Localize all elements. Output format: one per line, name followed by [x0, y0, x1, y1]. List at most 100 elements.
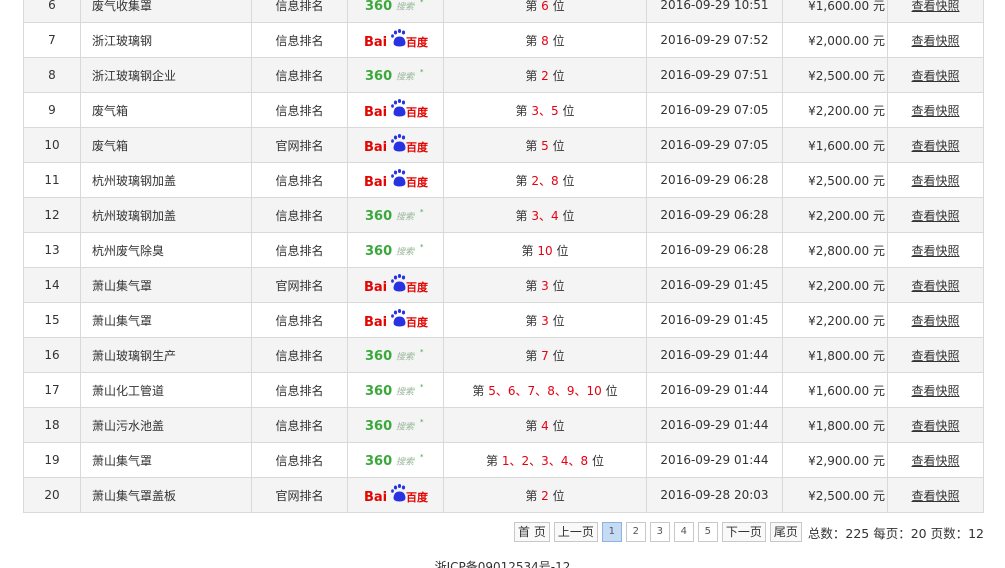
table-row: 16 萧山玻璃钢生产 信息排名 360 搜索 * 第 7 位 2016-09-29 01:44…	[23, 337, 984, 373]
rank-position-cell: 第 6 位	[443, 0, 647, 23]
view-snapshot-link[interactable]: 查看快照	[911, 69, 959, 83]
svg-text:搜索: 搜索	[396, 352, 416, 363]
rank-text: 第	[472, 383, 489, 398]
svg-text:*: *	[420, 348, 424, 356]
snapshot-cell: 查看快照	[887, 162, 984, 198]
table-row: 11 杭州玻璃钢加盖 信息排名 Bai 百度第 2、8 位 2016-09-29 06:2…	[23, 162, 984, 198]
snapshot-cell: 查看快照	[887, 477, 984, 513]
snapshot-cell: 查看快照	[887, 197, 984, 233]
baidu-logo-icon: Bai 百度	[364, 133, 428, 155]
view-snapshot-link[interactable]: 查看快照	[911, 419, 959, 433]
360-search-logo-icon: 360 搜索 *	[365, 243, 424, 258]
page-number-button[interactable]: 2	[625, 522, 646, 542]
svg-text:百度: 百度	[406, 105, 428, 119]
svg-text:360: 360	[365, 384, 392, 398]
view-snapshot-link[interactable]: 查看快照	[911, 244, 959, 258]
view-snapshot-link[interactable]: 查看快照	[911, 0, 959, 13]
rank-type-cell: 信息排名	[251, 57, 348, 93]
view-snapshot-link[interactable]: 查看快照	[911, 139, 959, 153]
last-page-button[interactable]: 尾页	[769, 522, 802, 542]
price-cell: ¥2,200.00 元	[782, 92, 888, 128]
price-cell: ¥2,500.00 元	[782, 477, 888, 513]
keyword-cell: 废气箱	[80, 92, 252, 128]
rank-number: 、	[509, 453, 522, 468]
rank-number: 、	[535, 383, 548, 398]
view-snapshot-link[interactable]: 查看快照	[911, 174, 959, 188]
page-number-button[interactable]: 5	[697, 522, 718, 542]
rank-position-cell: 第 2 位	[443, 57, 647, 93]
view-snapshot-link[interactable]: 查看快照	[911, 209, 959, 223]
ranking-table-wrap: 6 废气收集罩 信息排名 360 搜索 * 第 6 位 2016-09-29 10:51 ¥1,…	[23, 0, 984, 513]
rank-number: 10	[537, 243, 553, 258]
date-cell: 2016-09-28 20:03	[646, 477, 783, 513]
prev-page-button[interactable]: 上一页	[553, 522, 598, 542]
rank-type-cell: 官网排名	[251, 267, 348, 303]
svg-text:Bai: Bai	[364, 175, 387, 190]
rank-number: 1	[501, 453, 510, 468]
rank-type-cell: 信息排名	[251, 337, 348, 373]
first-page-button[interactable]: 首 页	[514, 522, 550, 542]
keyword-cell: 杭州废气除臭	[80, 232, 252, 268]
rank-text: 位	[558, 173, 575, 188]
view-snapshot-link[interactable]: 查看快照	[911, 349, 959, 363]
rank-text: 位	[548, 418, 565, 433]
rank-text: 位	[558, 103, 575, 118]
search-engine-cell: 360 搜索 *	[347, 372, 444, 408]
360-search-logo-icon: 360 搜索 *	[365, 208, 424, 223]
price-cell: ¥2,200.00 元	[782, 302, 888, 338]
svg-text:*: *	[420, 243, 424, 251]
pagination-info: 总数：225 每页：20 页数：12	[807, 525, 984, 541]
view-snapshot-link[interactable]: 查看快照	[911, 454, 959, 468]
page-number-button[interactable]: 4	[673, 522, 694, 542]
search-engine-cell: Bai 百度	[347, 162, 444, 198]
rank-number: 、	[568, 453, 581, 468]
view-snapshot-link[interactable]: 查看快照	[911, 104, 959, 118]
page-number-button[interactable]: 1	[601, 522, 622, 542]
svg-text:搜索: 搜索	[396, 2, 416, 13]
rank-type-cell: 信息排名	[251, 302, 348, 338]
view-snapshot-link[interactable]: 查看快照	[911, 279, 959, 293]
svg-text:360: 360	[365, 209, 392, 223]
rank-number: 8	[551, 173, 559, 188]
search-engine-cell: Bai 百度	[347, 302, 444, 338]
svg-text:360: 360	[365, 69, 392, 83]
rank-type-cell: 官网排名	[251, 477, 348, 513]
rank-type-cell: 信息排名	[251, 22, 348, 58]
page-number-button[interactable]: 3	[649, 522, 670, 542]
keyword-cell: 杭州玻璃钢加盖	[80, 197, 252, 233]
date-cell: 2016-09-29 06:28	[646, 232, 783, 268]
view-snapshot-link[interactable]: 查看快照	[911, 384, 959, 398]
search-engine-cell: Bai 百度	[347, 477, 444, 513]
rank-position-cell: 第 7 位	[443, 337, 647, 373]
rank-number: 8	[580, 453, 589, 468]
row-number: 16	[23, 337, 81, 373]
search-engine-cell: Bai 百度	[347, 267, 444, 303]
view-snapshot-link[interactable]: 查看快照	[911, 314, 959, 328]
rank-number: 5	[551, 103, 559, 118]
keyword-cell: 萧山玻璃钢生产	[80, 337, 252, 373]
rank-text: 第	[515, 103, 532, 118]
rank-position-cell: 第 5 位	[443, 127, 647, 163]
rank-number: 3	[541, 313, 549, 328]
rank-text: 位	[548, 313, 565, 328]
rank-text: 第	[525, 313, 542, 328]
date-cell: 2016-09-29 01:44	[646, 372, 783, 408]
rank-number: 、	[529, 453, 542, 468]
search-engine-logo: 360 搜索 *	[365, 204, 427, 226]
search-engine-logo: 360 搜索 *	[365, 239, 427, 261]
svg-text:搜索: 搜索	[396, 212, 416, 223]
keyword-cell: 萧山集气罩	[80, 302, 252, 338]
rank-number: 3	[541, 453, 549, 468]
next-page-button[interactable]: 下一页	[721, 522, 766, 542]
360-search-logo-icon: 360 搜索 *	[365, 383, 424, 398]
row-number: 19	[23, 442, 81, 478]
view-snapshot-link[interactable]: 查看快照	[911, 34, 959, 48]
view-snapshot-link[interactable]: 查看快照	[911, 489, 959, 503]
table-row: 9 废气箱 信息排名 Bai 百度第 3、5 位 2016-09-29 07:05 ¥2,2…	[23, 92, 984, 128]
rank-number: 8	[547, 383, 555, 398]
rank-text: 位	[548, 138, 565, 153]
keyword-cell: 萧山化工管道	[80, 372, 252, 408]
rank-number: 2	[531, 173, 539, 188]
price-cell: ¥2,500.00 元	[782, 57, 888, 93]
baidu-logo-icon: Bai 百度	[364, 308, 428, 330]
